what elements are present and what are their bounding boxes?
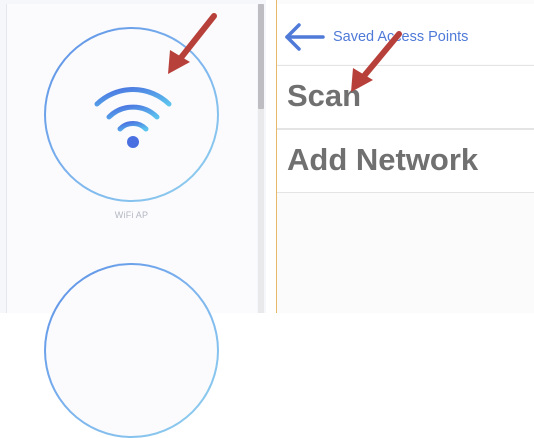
add-network-menu-item[interactable]: Add Network [277, 129, 534, 193]
scrollbar[interactable] [258, 4, 264, 313]
nav-bar: Saved Access Points [277, 4, 534, 64]
wifi-ap-label: WiFi AP [114, 210, 149, 220]
wifi-mode-button-second[interactable] [44, 263, 219, 438]
nav-title[interactable]: Saved Access Points [333, 29, 468, 45]
scan-menu-item[interactable]: Scan [277, 65, 534, 129]
scrollbar-thumb[interactable] [258, 4, 264, 109]
scan-label: Scan [287, 78, 362, 113]
wifi-settings-panel: Saved Access Points Scan Add Network [277, 0, 534, 313]
wifi-icon [94, 87, 172, 148]
wifi-mode-panel: WiFi AP [0, 0, 266, 438]
add-network-label: Add Network [287, 142, 479, 177]
panel-divider [266, 0, 276, 313]
back-arrow-icon[interactable] [281, 22, 327, 52]
